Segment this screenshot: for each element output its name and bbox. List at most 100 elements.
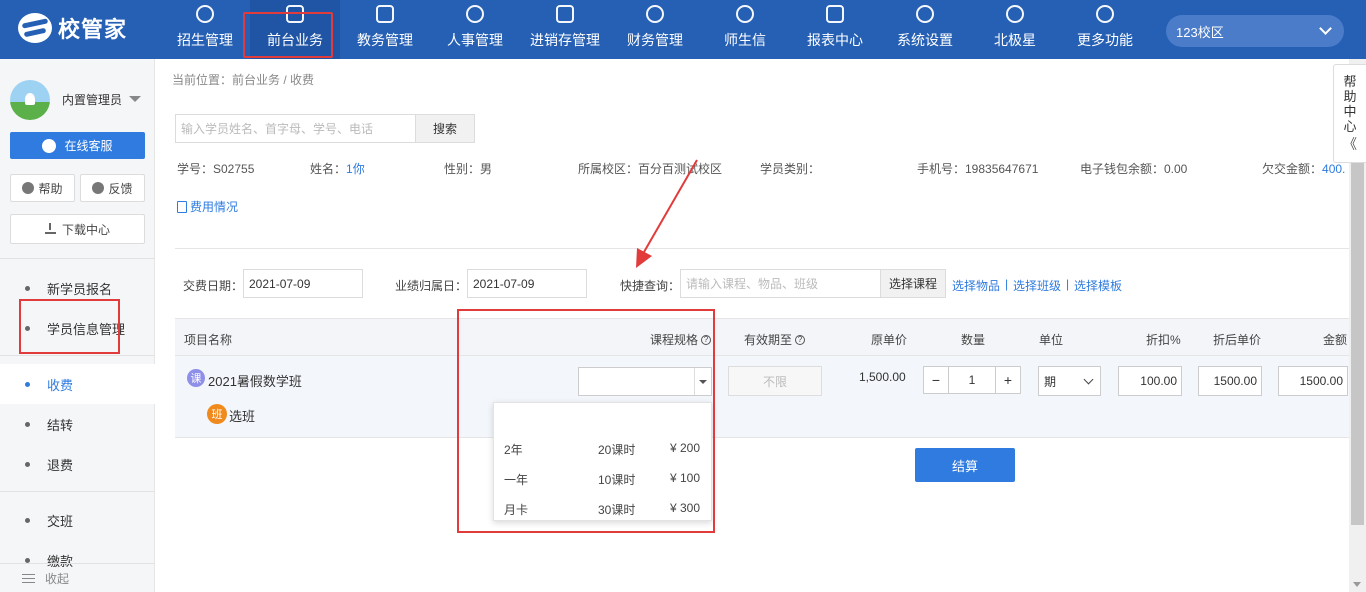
nav-settings[interactable]: 系统设置	[880, 0, 970, 59]
download-label: 下载中心	[61, 222, 110, 237]
more-dots-icon	[1096, 5, 1114, 23]
feedback-icon	[92, 182, 105, 194]
nav-messaging[interactable]: 师生信	[700, 0, 790, 59]
sidebar-item-transfer[interactable]: 结转	[0, 404, 155, 444]
nav-label: 北极星	[994, 32, 1036, 48]
quick-search-input[interactable]	[680, 269, 880, 298]
sidebar-item-charge[interactable]: 收费	[0, 364, 155, 404]
scroll-down-icon[interactable]	[1353, 582, 1361, 587]
amount-input[interactable]: 1500.00	[1278, 366, 1348, 396]
student-name-link[interactable]: 1你	[346, 162, 365, 176]
collapse-label: 收起	[45, 571, 70, 586]
help-center-char: 心	[1343, 119, 1357, 134]
student-name-label: 姓名：	[310, 162, 347, 176]
service-label: 在线客服	[64, 139, 113, 153]
discount-input[interactable]: 100.00	[1118, 366, 1182, 396]
divider	[0, 258, 155, 259]
course-name: 2021暑假数学班	[208, 374, 302, 389]
fee-link-label: 费用情况	[190, 200, 239, 214]
valid-until-field: 不限	[728, 366, 822, 396]
nav-more[interactable]: 更多功能	[1060, 0, 1150, 59]
link-separator: |	[1005, 277, 1009, 291]
avatar[interactable]	[10, 80, 50, 120]
unit-value: 期	[1044, 374, 1057, 389]
chevron-down-icon	[1083, 374, 1094, 385]
qty-decrease-button[interactable]: −	[923, 366, 949, 394]
divider	[0, 491, 155, 492]
nav-label: 系统设置	[897, 32, 953, 48]
th-disc-price: 折后单价	[1213, 333, 1262, 347]
nav-inventory[interactable]: 进销存管理	[520, 0, 610, 59]
help-center-char: 帮	[1343, 74, 1357, 89]
chat-icon	[736, 5, 754, 23]
settle-button[interactable]: 结算	[915, 448, 1015, 482]
th-price: 原单价	[871, 333, 908, 347]
download-center-button[interactable]: 下载中心	[10, 214, 145, 244]
link-separator: |	[1066, 277, 1070, 291]
nav-reports[interactable]: 报表中心	[790, 0, 880, 59]
nav-academic[interactable]: 教务管理	[340, 0, 430, 59]
th-valid: 有效期至?	[744, 331, 806, 348]
chart-icon	[826, 5, 844, 23]
caret-down-icon[interactable]	[129, 96, 141, 102]
select-goods-link[interactable]: 选择物品	[952, 277, 1000, 294]
qty-increase-button[interactable]: +	[995, 366, 1021, 394]
wallet-balance: 电子钱包余额：0.00	[1080, 162, 1188, 176]
perf-date-input[interactable]: 2021-07-09	[467, 269, 587, 298]
student-search-input[interactable]	[175, 114, 415, 143]
student-category: 学员类别：	[760, 162, 821, 176]
student-phone: 手机号：19835647671	[917, 162, 1039, 176]
arrears-label: 欠交金额：	[1262, 162, 1323, 176]
gear-icon	[916, 5, 934, 23]
question-icon[interactable]: ?	[795, 334, 806, 345]
campus-select[interactable]: 123校区	[1166, 15, 1344, 47]
pay-date-label: 交费日期：	[183, 279, 244, 293]
chat-bubble-icon	[42, 138, 57, 153]
nav-finance[interactable]: 财务管理	[610, 0, 700, 59]
collapse-icon	[22, 573, 35, 583]
select-course-button[interactable]: 选择课程	[880, 269, 946, 298]
double-chevron-left-icon[interactable]: 《	[1343, 137, 1357, 152]
discount-price-input[interactable]: 1500.00	[1198, 366, 1262, 396]
qty-input[interactable]: 1	[949, 366, 995, 394]
pay-date-input[interactable]: 2021-07-09	[243, 269, 363, 298]
select-template-link[interactable]: 选择模板	[1074, 277, 1122, 294]
sidebar-item-refund[interactable]: 退费	[0, 444, 155, 484]
online-service-button[interactable]: 在线客服	[10, 132, 145, 159]
sidebar-item-handover[interactable]: 交班	[0, 500, 155, 540]
book-icon	[376, 5, 394, 23]
nav-hr[interactable]: 人事管理	[430, 0, 520, 59]
help-center-tab[interactable]: 帮 助 中 心 《	[1333, 64, 1366, 163]
feedback-button[interactable]: 反馈	[80, 174, 145, 202]
collapse-button[interactable]: 收起	[0, 563, 155, 592]
nav-label: 进销存管理	[530, 32, 600, 48]
breadcrumb: 当前位置：前台业务 / 收费	[172, 73, 315, 87]
scroll-thumb[interactable]	[1351, 163, 1364, 525]
student-campus: 所属校区：百分百测试校区	[578, 162, 723, 176]
logo-icon	[18, 13, 52, 43]
logo[interactable]: 校管家	[18, 12, 127, 44]
th-discount: 折扣%	[1146, 333, 1181, 347]
yen-shield-icon	[646, 5, 664, 23]
nav-polaris[interactable]: 北极星	[970, 0, 1060, 59]
arrears-value[interactable]: 400.	[1322, 162, 1345, 176]
fee-status-link[interactable]: 费用情况	[177, 198, 238, 215]
nav-highlight-annotation	[243, 12, 333, 58]
campus-label: 123校区	[1176, 24, 1224, 40]
download-icon	[44, 223, 56, 234]
select-class-link-row[interactable]: 选班	[229, 406, 255, 425]
class-badge: 班	[207, 404, 227, 424]
divider	[0, 355, 155, 356]
nav-label: 人事管理	[447, 32, 503, 48]
help-button[interactable]: 帮助	[10, 174, 75, 202]
question-icon	[22, 182, 35, 194]
help-label: 帮助	[38, 181, 63, 196]
user-plus-icon	[196, 5, 214, 23]
select-class-link[interactable]: 选择班级	[1013, 277, 1061, 294]
search-button[interactable]: 搜索	[415, 114, 475, 143]
arrow-head	[636, 248, 652, 268]
divider	[175, 248, 1350, 249]
nav-enrollment[interactable]: 招生管理	[160, 0, 250, 59]
unit-select[interactable]: 期	[1038, 366, 1101, 396]
arrow-box-icon	[556, 5, 574, 23]
